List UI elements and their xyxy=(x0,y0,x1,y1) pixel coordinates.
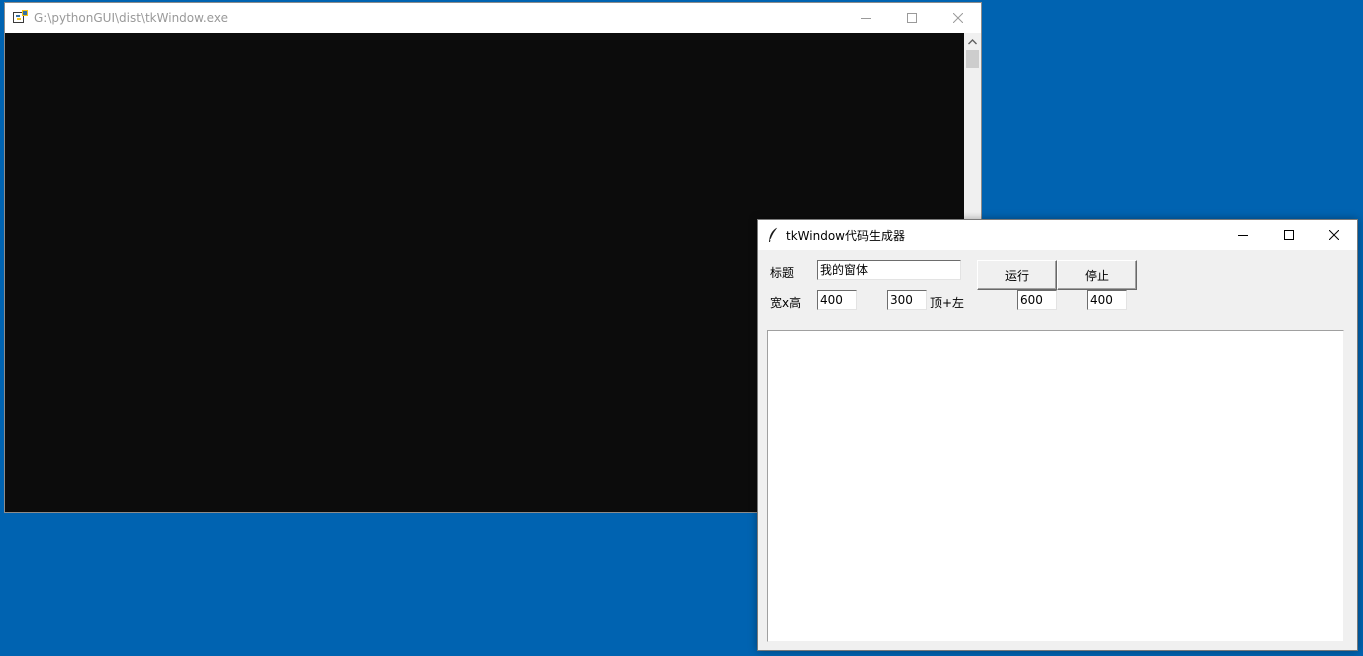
tk-window-title: tkWindow代码生成器 xyxy=(786,229,905,243)
scrollbar-thumb[interactable] xyxy=(966,50,979,68)
tk-titlebar[interactable]: tkWindow代码生成器 xyxy=(758,220,1357,250)
desktop: G:\pythonGUI\dist\tkWindow.exe tkWindow代… xyxy=(0,0,1363,656)
width-input[interactable]: 400 xyxy=(817,290,857,310)
position-label: 顶+左 xyxy=(930,296,965,310)
console-minimize-button[interactable] xyxy=(843,3,889,33)
maximize-icon xyxy=(1284,230,1294,240)
console-close-button[interactable] xyxy=(935,3,981,33)
maximize-icon xyxy=(907,13,917,23)
tk-feather-icon xyxy=(769,227,778,242)
code-output-textarea[interactable] xyxy=(767,330,1344,642)
title-input[interactable]: 我的窗体 xyxy=(817,260,961,280)
console-titlebar[interactable]: G:\pythonGUI\dist\tkWindow.exe xyxy=(5,3,981,33)
run-button[interactable]: 运行 xyxy=(977,260,1057,290)
height-input[interactable]: 300 xyxy=(887,290,927,310)
size-label: 宽x高 xyxy=(770,296,802,310)
left-input[interactable]: 400 xyxy=(1087,290,1127,310)
console-title: G:\pythonGUI\dist\tkWindow.exe xyxy=(34,11,228,25)
console-maximize-button[interactable] xyxy=(889,3,935,33)
tk-maximize-button[interactable] xyxy=(1266,220,1312,250)
close-icon xyxy=(953,13,963,23)
title-label: 标题 xyxy=(770,266,795,280)
minimize-icon xyxy=(861,18,871,19)
top-input[interactable]: 600 xyxy=(1017,290,1057,310)
scroll-up-button[interactable] xyxy=(964,33,981,50)
tk-close-button[interactable] xyxy=(1311,220,1357,250)
close-icon xyxy=(1329,230,1339,240)
python-exe-icon xyxy=(13,10,28,23)
minimize-icon xyxy=(1238,235,1248,236)
tk-minimize-button[interactable] xyxy=(1220,220,1266,250)
stop-button[interactable]: 停止 xyxy=(1057,260,1137,290)
tk-window[interactable]: tkWindow代码生成器 标题 我的窗体 运行 停止 宽x高 400 300 … xyxy=(757,219,1358,651)
chevron-up-icon xyxy=(968,38,977,44)
